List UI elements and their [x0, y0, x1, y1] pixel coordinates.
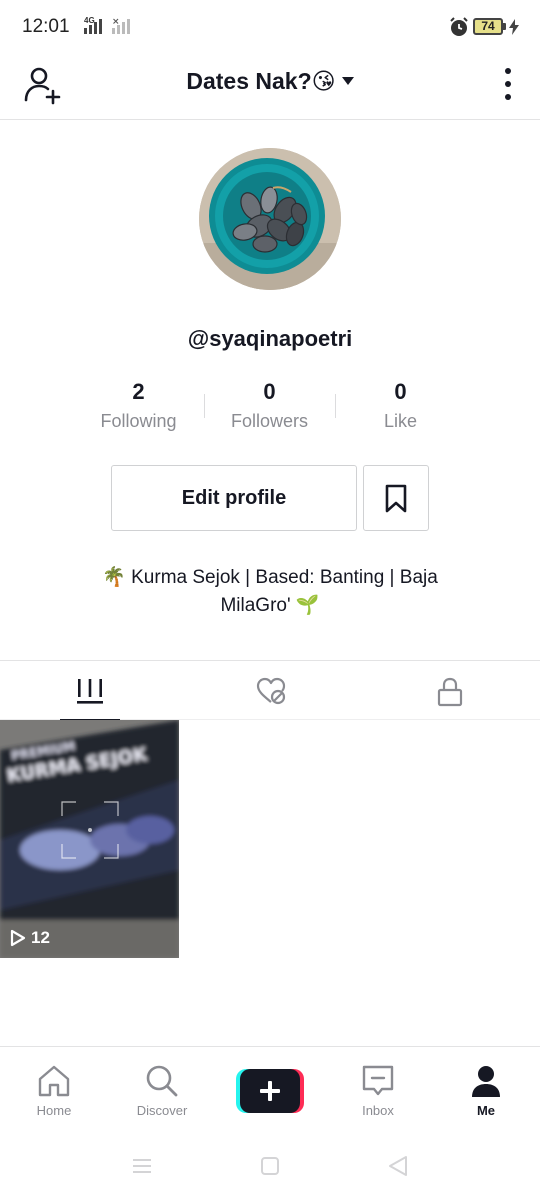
system-home-button[interactable]: [258, 1154, 282, 1178]
lock-icon: [437, 677, 463, 707]
video-view-count: 12: [10, 928, 50, 948]
stat-count: 0: [394, 379, 407, 404]
charging-icon: [509, 19, 519, 35]
stat-likes[interactable]: 0 Like: [335, 378, 466, 436]
tab-liked[interactable]: [180, 661, 360, 721]
stat-label: Followers: [230, 411, 309, 431]
play-icon: [10, 929, 26, 947]
profile-stats: 2 Following 0 Followers 0 Like: [73, 378, 467, 438]
square-icon: [261, 1157, 279, 1175]
video-cover-image: PREMIUM KURMA SEJOK: [0, 720, 179, 958]
system-back-button[interactable]: [386, 1154, 410, 1178]
more-dots-icon: [505, 68, 511, 74]
nav-discover[interactable]: Discover: [108, 1047, 216, 1131]
account-switcher[interactable]: Dates Nak?😘: [120, 66, 420, 96]
page-title: Dates Nak?😘: [186, 68, 336, 94]
stat-count: 2: [132, 379, 145, 404]
bio-line: 🌴 Kurma Sejok | Based: Banting | Baja: [102, 567, 438, 588]
chevron-down-icon: [341, 76, 354, 85]
battery-indicator: 74: [448, 16, 520, 38]
stat-label: Like: [383, 411, 418, 431]
back-triangle-icon: [389, 1156, 407, 1176]
home-icon: [38, 1065, 70, 1097]
system-navigation: [0, 1130, 540, 1200]
view-count-text: 12: [31, 928, 50, 947]
video-thumbnail[interactable]: PREMIUM KURMA SEJOK 12: [0, 720, 179, 958]
create-video-button[interactable]: [236, 1069, 304, 1113]
username: @syaqinapoetri: [187, 326, 353, 351]
profile-icon: [472, 1066, 500, 1097]
profile-header: Dates Nak?😘: [0, 54, 540, 120]
profile-bio: 🌴 Kurma Sejok | Based: Banting | Baja Mi…: [70, 564, 470, 620]
bookmark-icon: [385, 484, 407, 513]
nav-label: Me: [476, 1103, 496, 1118]
network-type: 4G: [84, 16, 95, 25]
system-menu-button[interactable]: [130, 1154, 154, 1178]
nav-inbox[interactable]: Inbox: [324, 1047, 432, 1131]
bio-line: MilaGro' 🌱: [220, 595, 320, 616]
stat-label: Following: [100, 411, 177, 431]
stat-followers[interactable]: 0 Followers: [204, 378, 335, 436]
nav-home[interactable]: Home: [0, 1047, 108, 1131]
signal-icon: 4G ×: [76, 16, 138, 36]
status-bar: 12:01 4G × 74: [0, 0, 540, 54]
tab-videos[interactable]: [0, 661, 180, 722]
more-options-button[interactable]: [498, 66, 518, 106]
alarm-icon: [450, 17, 468, 36]
stat-following[interactable]: 2 Following: [73, 378, 204, 436]
grid-icon: [77, 679, 103, 704]
nav-label: Home: [36, 1103, 72, 1118]
content-tabs: [0, 660, 540, 722]
nav-label: Inbox: [362, 1103, 394, 1118]
search-icon: [146, 1065, 178, 1097]
battery-icon: 74: [473, 18, 503, 35]
nav-label: Discover: [136, 1103, 188, 1118]
edit-profile-button[interactable]: Edit profile: [111, 465, 357, 531]
stat-count: 0: [263, 379, 276, 404]
hidden-heart-icon: [256, 677, 286, 705]
bottom-navigation: Home Discover Inbox Me: [0, 1046, 540, 1130]
add-friend-button[interactable]: [22, 64, 66, 108]
inbox-icon: [362, 1065, 394, 1096]
menu-icon: [133, 1159, 151, 1173]
nav-me[interactable]: Me: [432, 1047, 540, 1131]
avatar-image: [199, 148, 341, 290]
status-time: 12:01: [22, 16, 70, 37]
avatar[interactable]: [199, 148, 341, 290]
add-user-icon: [24, 67, 61, 105]
tab-private[interactable]: [360, 661, 540, 721]
favorites-button[interactable]: [363, 465, 429, 531]
